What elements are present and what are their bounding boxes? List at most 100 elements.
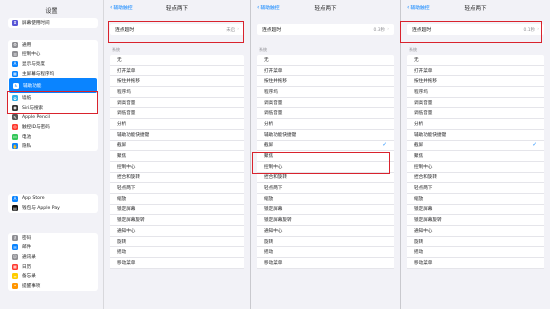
sidebar-item[interactable]: ⧗ 屏幕使用时间 xyxy=(8,18,98,28)
action-option[interactable]: 旋转 xyxy=(110,237,244,248)
action-option[interactable]: 调低音量 xyxy=(257,108,394,120)
action-option[interactable]: 控制中心 xyxy=(407,162,544,173)
action-option[interactable]: 程序坞 xyxy=(407,87,544,98)
sidebar-item[interactable]: ⚙ 通用 xyxy=(8,40,98,50)
action-option-label: 旋转 xyxy=(264,239,274,245)
action-option[interactable]: 锁定屏幕旋转 xyxy=(110,215,244,226)
action-option[interactable]: 移动菜单 xyxy=(257,258,394,269)
sidebar-item-label: 主屏幕与程序坞 xyxy=(22,71,55,77)
action-option[interactable]: 打开菜单 xyxy=(110,66,244,77)
sidebar-item[interactable]: ▤ 钱包与 Apple Pay xyxy=(8,204,98,214)
action-option-label: 按住并拖移 xyxy=(414,79,437,85)
action-option[interactable]: 调低音量 xyxy=(407,108,544,120)
sidebar-item-label: 钱包与 Apple Pay xyxy=(22,206,60,212)
action-option[interactable]: 旋转 xyxy=(407,237,544,248)
action-option[interactable]: 通知中心 xyxy=(257,226,394,237)
action-option-label: 控制中心 xyxy=(414,164,433,170)
action-option[interactable]: 无 xyxy=(407,55,544,66)
sidebar-item[interactable]: A App Store xyxy=(8,194,98,204)
action-option-label: 打开菜单 xyxy=(117,68,136,74)
action-option[interactable]: 摇动 xyxy=(257,247,394,259)
action-option[interactable]: 锁定屏幕旋转 xyxy=(407,215,544,226)
accessibility-icon: ♿ xyxy=(13,82,19,89)
action-option[interactable]: 轻点两下 xyxy=(257,183,394,194)
action-option-label: 聚焦 xyxy=(117,154,127,160)
sidebar-item[interactable]: ✋ 隐私 xyxy=(8,141,98,151)
action-option[interactable]: 通知中心 xyxy=(407,226,544,237)
sidebar-item[interactable]: • 提醒事项 xyxy=(8,281,98,291)
nav-bar: ‹ 辅助触控 轻点两下 xyxy=(251,4,400,14)
action-option-label: 轻点两下 xyxy=(264,186,283,192)
action-option-label: 移动菜单 xyxy=(414,260,433,266)
action-option[interactable]: 分析 xyxy=(407,119,544,130)
sidebar-item[interactable]: ✎ Apple Pencil xyxy=(8,113,98,123)
action-option[interactable]: 打开菜单 xyxy=(407,66,544,77)
action-option[interactable]: 截屏 ✓ xyxy=(407,141,544,152)
action-option[interactable]: 按住并拖移 xyxy=(110,76,244,88)
action-option[interactable]: 聚焦 xyxy=(407,151,544,162)
action-option[interactable]: 轻点两下 xyxy=(110,183,244,194)
sidebar-item-label: 显示与亮度 xyxy=(22,61,45,67)
action-option[interactable]: 聚焦 xyxy=(110,151,244,162)
action-option[interactable]: 分析 xyxy=(257,119,394,130)
action-option[interactable]: 捏合和旋转 xyxy=(407,173,544,184)
action-option[interactable]: 打开菜单 xyxy=(257,66,394,77)
action-option[interactable]: 程序坞 xyxy=(257,87,394,98)
sidebar-item[interactable]: ✉ 邮件 xyxy=(8,243,98,253)
sidebar-item[interactable]: ▦ 主屏幕与程序坞 xyxy=(8,69,98,79)
sidebar-item[interactable]: ▭ 电池 xyxy=(8,132,98,142)
appstore-icon: A xyxy=(12,195,18,202)
sidebar-item[interactable]: ☺ 通讯录 xyxy=(8,252,98,262)
action-option-label: 调高音量 xyxy=(117,100,136,106)
action-option[interactable]: 调高音量 xyxy=(110,98,244,109)
action-option[interactable]: 捏合和旋转 xyxy=(110,173,244,184)
action-option[interactable]: 捏合和旋转 xyxy=(257,173,394,184)
tap-timeout-row[interactable]: 连点超时 0.3秒 › xyxy=(257,24,394,35)
wallet-icon: ▤ xyxy=(12,205,18,212)
action-option[interactable]: 辅助功能快捷键 xyxy=(407,130,544,141)
action-option[interactable]: 无 xyxy=(110,55,244,66)
sidebar-item[interactable]: ⚷ 密码 xyxy=(8,233,98,243)
action-option[interactable]: 调高音量 xyxy=(407,98,544,109)
action-option-label: 调低音量 xyxy=(264,111,283,117)
action-option[interactable]: 辅助功能快捷键 xyxy=(110,130,244,141)
action-option[interactable]: 分析 xyxy=(110,119,244,130)
sidebar-item[interactable]: ≡ 备忘录 xyxy=(8,271,98,281)
highlight-delay-panel3 xyxy=(400,21,542,43)
action-option[interactable]: 轻点两下 xyxy=(407,183,544,194)
action-option[interactable]: 按住并拖移 xyxy=(257,76,394,88)
action-option[interactable]: 摇动 xyxy=(407,247,544,259)
action-option[interactable]: 通知中心 xyxy=(110,226,244,237)
action-option[interactable]: 旋转 xyxy=(257,237,394,248)
action-option[interactable]: 截屏 xyxy=(110,141,244,152)
hand-icon: ✋ xyxy=(12,143,18,150)
action-option[interactable]: 缩放 xyxy=(257,194,394,205)
action-option[interactable]: 移动菜单 xyxy=(110,258,244,269)
action-option[interactable]: 缩放 xyxy=(407,194,544,205)
action-option[interactable]: 无 xyxy=(257,55,394,66)
action-option[interactable]: 缩放 xyxy=(110,194,244,205)
action-option[interactable]: 锁定屏幕 xyxy=(257,205,394,216)
sidebar-item[interactable]: A 显示与亮度 xyxy=(8,59,98,69)
action-option[interactable]: 锁定屏幕 xyxy=(110,205,244,216)
action-option[interactable]: 辅助功能快捷键 xyxy=(257,130,394,141)
sidebar-item[interactable]: ◎ 触控ID与密码 xyxy=(8,122,98,132)
action-option-label: 移动菜单 xyxy=(117,260,136,266)
sidebar-item[interactable]: ▦ 日历 xyxy=(8,262,98,272)
sidebar-item-label: 日历 xyxy=(22,264,32,270)
action-option[interactable]: 截屏 ✓ xyxy=(257,141,394,152)
action-option[interactable]: 调低音量 xyxy=(110,108,244,120)
action-option[interactable]: 锁定屏幕旋转 xyxy=(257,215,394,226)
action-option-label: 捏合和旋转 xyxy=(414,175,437,181)
action-option[interactable]: 摇动 xyxy=(110,247,244,259)
battery-icon: ▭ xyxy=(12,133,18,140)
action-option[interactable]: 按住并拖移 xyxy=(407,76,544,88)
action-option[interactable]: 调高音量 xyxy=(257,98,394,109)
fingerprint-icon: ◎ xyxy=(12,123,18,130)
action-option[interactable]: 程序坞 xyxy=(110,87,244,98)
action-option[interactable]: 锁定屏幕 xyxy=(407,205,544,216)
action-option-label: 程序坞 xyxy=(117,89,131,95)
sidebar-item[interactable]: ☰ 控制中心 xyxy=(8,50,98,60)
action-option[interactable]: 控制中心 xyxy=(110,162,244,173)
action-option[interactable]: 移动菜单 xyxy=(407,258,544,269)
